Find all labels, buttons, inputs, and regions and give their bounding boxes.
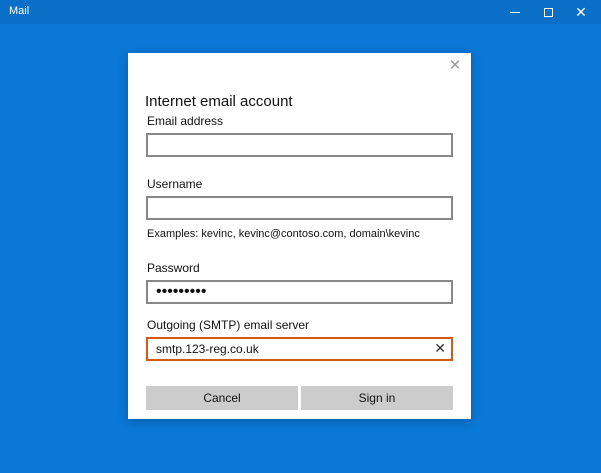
smtp-server-label: Outgoing (SMTP) email server xyxy=(147,318,310,332)
password-label: Password xyxy=(147,261,200,275)
username-field[interactable] xyxy=(146,196,453,220)
title-bar: Mail ✕ xyxy=(0,0,601,24)
internet-email-account-dialog: ✕ Internet email account Email address U… xyxy=(128,53,471,419)
username-hint: Examples: kevinc, kevinc@contoso.com, do… xyxy=(147,228,420,240)
dialog-close-button[interactable]: ✕ xyxy=(446,57,464,75)
dialog-title: Internet email account xyxy=(145,93,293,110)
close-window-button[interactable]: ✕ xyxy=(564,0,598,24)
password-field[interactable]: ••••••••• xyxy=(146,280,453,304)
email-address-label: Email address xyxy=(147,114,224,128)
smtp-server-field[interactable]: smtp.123-reg.co.uk ✕ xyxy=(146,337,453,361)
minimize-icon xyxy=(510,11,520,13)
cancel-button[interactable]: Cancel xyxy=(146,386,298,410)
username-label: Username xyxy=(147,177,203,191)
email-address-field[interactable] xyxy=(146,133,453,157)
maximize-button[interactable] xyxy=(531,0,565,24)
clear-icon[interactable]: ✕ xyxy=(434,340,446,357)
smtp-server-value: smtp.123-reg.co.uk xyxy=(156,342,259,356)
sign-in-button[interactable]: Sign in xyxy=(301,386,453,410)
maximize-icon xyxy=(543,7,553,17)
close-icon: ✕ xyxy=(575,4,587,20)
password-value: ••••••••• xyxy=(156,283,207,300)
app-title: Mail xyxy=(9,5,30,17)
close-icon: ✕ xyxy=(448,57,462,74)
minimize-button[interactable] xyxy=(498,0,532,24)
